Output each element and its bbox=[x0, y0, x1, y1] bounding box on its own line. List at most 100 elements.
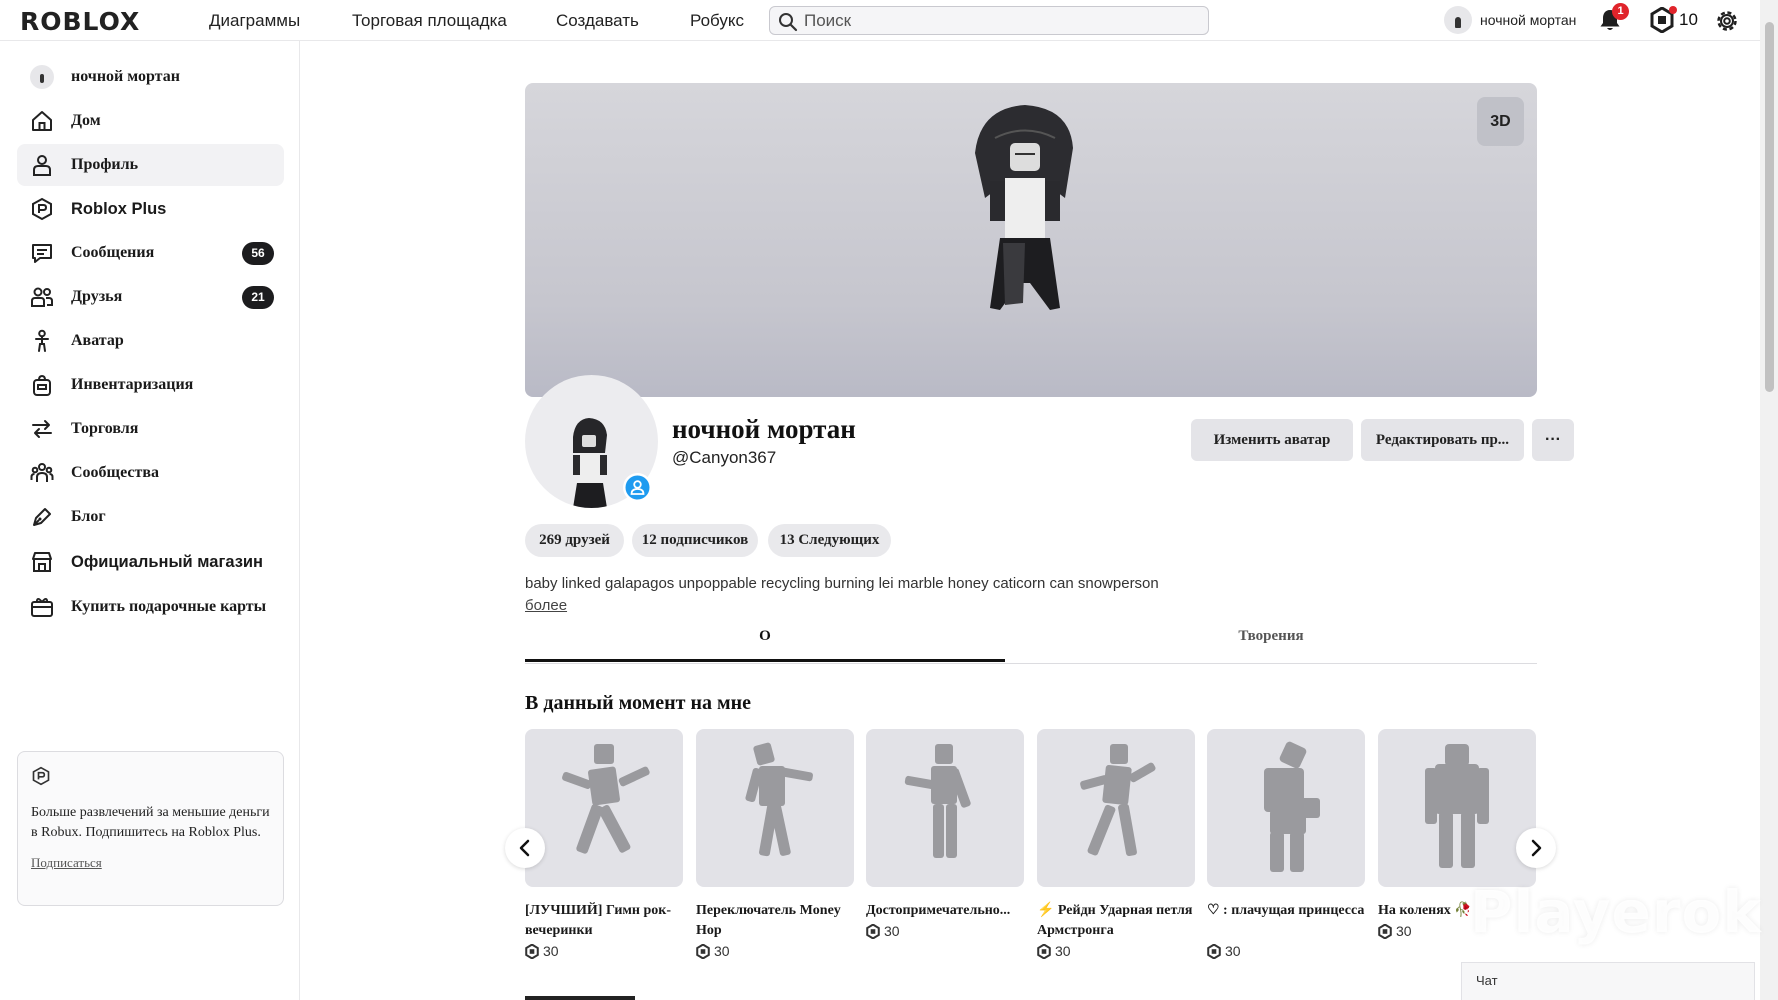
home-icon bbox=[29, 108, 55, 134]
sidebar-item-communities[interactable]: Сообщества bbox=[17, 452, 284, 494]
friends-count-chip[interactable]: 269 друзей bbox=[525, 524, 624, 557]
avatar-icon bbox=[29, 64, 55, 90]
chat-bar[interactable]: Чат bbox=[1461, 962, 1755, 1000]
robux-icon bbox=[866, 923, 880, 939]
sidebar-item-user[interactable]: ночной мортан bbox=[17, 56, 284, 98]
sidebar-item-blog[interactable]: Блог bbox=[17, 496, 284, 538]
online-status-badge bbox=[623, 473, 652, 502]
robux-icon bbox=[1207, 943, 1221, 959]
sidebar-item-gift-cards[interactable]: Купить подарочные карты bbox=[17, 586, 284, 628]
search-icon bbox=[779, 13, 798, 32]
item-price: 30 bbox=[1037, 943, 1195, 959]
sidebar-item-friends[interactable]: Друзья 21 bbox=[17, 276, 284, 318]
item-price: 30 bbox=[866, 923, 1024, 939]
following-count-chip[interactable]: 13 Следующих bbox=[768, 524, 891, 557]
item-thumbnail bbox=[525, 729, 683, 887]
settings-gear-icon[interactable] bbox=[1714, 8, 1740, 34]
emote-silhouette-icon bbox=[745, 742, 813, 857]
robux-icon bbox=[1037, 943, 1051, 959]
sidebar-item-label: Друзья bbox=[71, 288, 123, 305]
avatar-editor-icon bbox=[29, 328, 55, 354]
robux-icon bbox=[1378, 923, 1392, 939]
wearing-item-card[interactable]: Достопримечательно... 30 bbox=[866, 729, 1024, 939]
sidebar-item-home[interactable]: Дом bbox=[17, 100, 284, 142]
emote-silhouette-icon bbox=[1425, 744, 1489, 868]
playerok-watermark: Playerok bbox=[1470, 878, 1762, 946]
robux-icon bbox=[525, 943, 539, 959]
sidebar-item-profile[interactable]: Профиль bbox=[17, 144, 284, 186]
carousel-prev-button[interactable] bbox=[505, 828, 545, 868]
sidebar-item-roblox-plus[interactable]: Roblox Plus bbox=[17, 188, 284, 230]
user-avatar bbox=[1444, 6, 1472, 34]
emote-silhouette-icon bbox=[1264, 741, 1320, 872]
bio-more-link[interactable]: более bbox=[525, 597, 567, 614]
sidebar-item-label: Аватар bbox=[71, 332, 124, 349]
notification-count-badge: 1 bbox=[1612, 3, 1629, 20]
search-input[interactable] bbox=[804, 9, 1194, 33]
roblox-plus-promo: Больше развлечений за меньшие деньги в R… bbox=[17, 751, 284, 906]
nav-marketplace-link[interactable]: Торговая площадка bbox=[352, 11, 507, 31]
item-price: 30 bbox=[525, 943, 683, 959]
item-price-value: 30 bbox=[1396, 923, 1412, 939]
nav-create-link[interactable]: Создавать bbox=[556, 11, 639, 31]
search-box[interactable] bbox=[769, 6, 1209, 35]
more-options-button[interactable]: ··· bbox=[1532, 419, 1574, 461]
robux-balance-value: 10 bbox=[1679, 10, 1698, 29]
item-name: Достопримечательно... bbox=[866, 903, 1011, 918]
emote-silhouette-icon bbox=[904, 744, 971, 858]
sidebar-item-label: Торговля bbox=[71, 420, 139, 437]
sidebar-item-messages[interactable]: Сообщения 56 bbox=[17, 232, 284, 274]
item-price-value: 30 bbox=[714, 943, 730, 959]
sidebar-item-inventory[interactable]: Инвентаризация bbox=[17, 364, 284, 406]
item-price-value: 30 bbox=[884, 923, 900, 939]
item-price-value: 30 bbox=[1225, 943, 1241, 959]
friends-count-badge: 21 bbox=[242, 286, 274, 309]
communities-icon bbox=[29, 460, 55, 486]
chevron-left-icon bbox=[519, 839, 530, 857]
profile-bio: baby linked galapagos unpoppable recycli… bbox=[525, 575, 1159, 592]
nav-charts-link[interactable]: Диаграммы bbox=[209, 11, 300, 31]
wearing-item-card[interactable]: Переключатель Money Hop 30 bbox=[696, 729, 854, 959]
left-sidebar: ночной мортан Дом Профиль Roblox Plus Со… bbox=[0, 41, 300, 1000]
gift-card-icon bbox=[29, 594, 55, 620]
tab-creations[interactable]: Творения bbox=[1005, 622, 1537, 662]
sidebar-item-label: Сообщения bbox=[71, 244, 155, 261]
change-avatar-button[interactable]: Изменить аватар bbox=[1191, 419, 1353, 461]
top-user-menu[interactable]: ночной мортан bbox=[1444, 6, 1576, 34]
emote-silhouette-icon bbox=[1080, 744, 1156, 856]
edit-profile-button[interactable]: Редактировать пр... bbox=[1361, 419, 1524, 461]
sidebar-item-label: Инвентаризация bbox=[71, 376, 194, 393]
blog-icon bbox=[29, 504, 55, 530]
robux-icon bbox=[696, 943, 710, 959]
roblox-logo[interactable]: ROBLOX bbox=[20, 7, 140, 36]
nav-robux-link[interactable]: Робукс bbox=[690, 11, 744, 31]
online-user-icon bbox=[625, 475, 650, 500]
sidebar-item-label: Дом bbox=[71, 112, 101, 129]
view-3d-button[interactable]: 3D bbox=[1477, 97, 1524, 146]
sidebar-item-label: Профиль bbox=[71, 156, 139, 173]
carousel-next-button[interactable] bbox=[1516, 828, 1556, 868]
wearing-item-card[interactable]: ♡ : плачущая принцесса 30 bbox=[1207, 729, 1365, 959]
wearing-item-card[interactable]: [ЛУЧШИЙ] Гимн рок-вечеринки 30 bbox=[525, 729, 683, 959]
sidebar-item-avatar[interactable]: Аватар bbox=[17, 320, 284, 362]
sidebar-item-trade[interactable]: Торговля bbox=[17, 408, 284, 450]
profile-username: @Canyon367 bbox=[672, 448, 777, 467]
sidebar-item-store[interactable]: Официальный магазин bbox=[17, 541, 284, 583]
scrollbar-thumb[interactable] bbox=[1765, 22, 1774, 392]
store-icon bbox=[29, 549, 55, 575]
tabs-divider bbox=[525, 663, 1537, 664]
subscribe-link[interactable]: Подписаться bbox=[31, 855, 102, 871]
page-scrollbar[interactable] bbox=[1760, 0, 1778, 1000]
chevron-right-icon bbox=[1531, 839, 1542, 857]
top-user-name: ночной мортан bbox=[1480, 12, 1577, 28]
avatar-banner[interactable] bbox=[525, 83, 1537, 397]
item-thumbnail bbox=[1037, 729, 1195, 887]
item-name: ⚡ Рейдн Ударная петля Армстронга bbox=[1037, 903, 1193, 938]
item-price-value: 30 bbox=[543, 943, 559, 959]
followers-count-chip[interactable]: 12 подписчиков bbox=[632, 524, 758, 557]
messages-count-badge: 56 bbox=[242, 242, 274, 265]
profile-display-name: ночной мортан bbox=[672, 414, 856, 444]
wearing-item-card[interactable]: ⚡ Рейдн Ударная петля Армстронга 30 bbox=[1037, 729, 1195, 959]
tab-about[interactable]: О bbox=[525, 622, 1005, 662]
item-thumbnail bbox=[1207, 729, 1365, 887]
